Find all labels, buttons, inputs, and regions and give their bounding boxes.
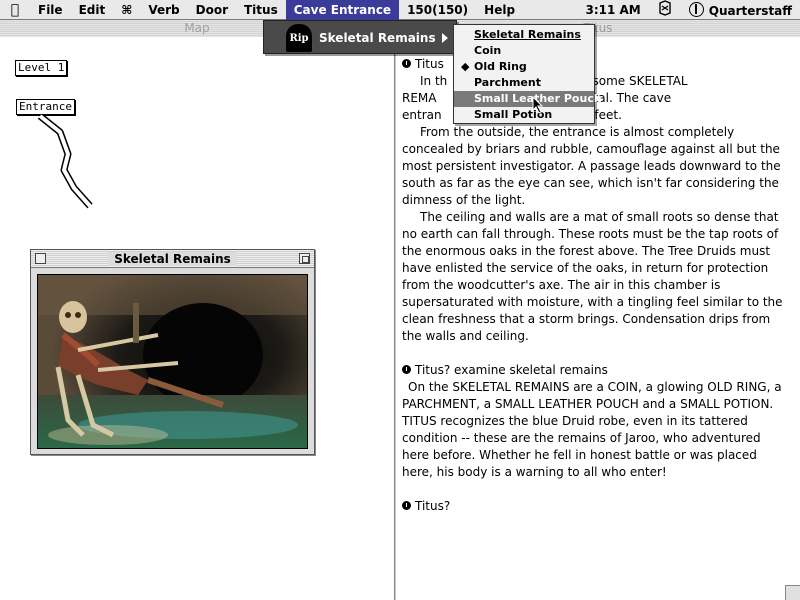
menu-hit-points[interactable]: 150(150) (399, 0, 476, 20)
prompt-bullet-icon (402, 59, 411, 68)
map-level-label: Level 1 (15, 60, 68, 76)
close-box-icon[interactable] (35, 253, 46, 264)
submenu-item-small-leather-pouch[interactable]: Small Leather Pouch (454, 91, 602, 107)
menu-verb[interactable]: Verb (140, 0, 187, 20)
skeletal-remains-window: Skeletal Remains (30, 249, 315, 455)
resize-box-icon[interactable] (785, 585, 800, 600)
map-passage-icon (37, 114, 93, 209)
submenu-item-coin[interactable]: Coin (454, 43, 594, 59)
prompt-bullet-icon (402, 501, 411, 510)
paragraph-ceiling: The ceiling and walls are a mat of small… (402, 210, 783, 343)
paragraph-remains: On the SKELETAL REMAINS are a COIN, a gl… (402, 380, 782, 479)
menu-cave-entrance[interactable]: Cave Entrance (285, 0, 400, 20)
cave-entrance-menu: Rip Skeletal Remains (263, 20, 457, 54)
zoom-box-icon[interactable] (299, 253, 310, 264)
submenu-arrow-icon (442, 33, 448, 43)
rip-tombstone-icon: Rip (286, 24, 312, 52)
map-window: Map Level 1 Entrance Skeletal Remains (0, 20, 395, 600)
menubar-clock[interactable]: 3:11 AM (577, 0, 648, 20)
submenu-item-parchment[interactable]: Parchment (454, 75, 594, 91)
weapon-label: Quarterstaff (708, 3, 792, 18)
skeletal-remains-title: Skeletal Remains (108, 252, 237, 266)
skeletal-remains-image (37, 274, 308, 449)
quarterstaff-icon (688, 1, 704, 17)
menu-edit[interactable]: Edit (71, 0, 114, 20)
app-switcher-icon[interactable] (649, 0, 681, 20)
checkmark-icon: ◆ (461, 60, 470, 73)
menu-file[interactable]: File (30, 0, 71, 20)
menu-bar:  File Edit ⌘ Verb Door Titus Cave Entra… (0, 0, 800, 20)
weapon-menu[interactable]: Quarterstaff (681, 0, 800, 20)
prompt-bullet-icon (402, 365, 411, 374)
submenu-header[interactable]: Skeletal Remains (454, 27, 594, 43)
skeletal-remains-submenu: Skeletal Remains Coin ◆ Old Ring Parchmen… (453, 24, 602, 124)
submenu-item-small-potion[interactable]: Small Potion (454, 107, 594, 123)
paragraph-outside: From the outside, the entrance is almost… (402, 125, 781, 207)
menu-titus[interactable]: Titus (236, 0, 286, 20)
skeletal-remains-titlebar[interactable]: Skeletal Remains (31, 250, 314, 268)
prompt-line-3: Titus? (402, 498, 784, 515)
menu-door[interactable]: Door (188, 0, 236, 20)
menu-help[interactable]: Help (476, 0, 523, 20)
map-entrance-label[interactable]: Entrance (16, 99, 75, 115)
menu-command[interactable]: ⌘ (113, 0, 140, 20)
submenu-item-old-ring[interactable]: ◆ Old Ring (454, 59, 594, 75)
prompt-line-2: Titus? examine skeletal remains (402, 362, 784, 379)
mouse-pointer-icon (532, 96, 544, 114)
skeletal-remains-menu-item[interactable]: Skeletal Remains (319, 21, 436, 55)
apple-menu-icon[interactable]:  (0, 0, 30, 20)
story-text[interactable]: Titus In th tus finds some SKELETAL REMA a… (402, 56, 784, 515)
